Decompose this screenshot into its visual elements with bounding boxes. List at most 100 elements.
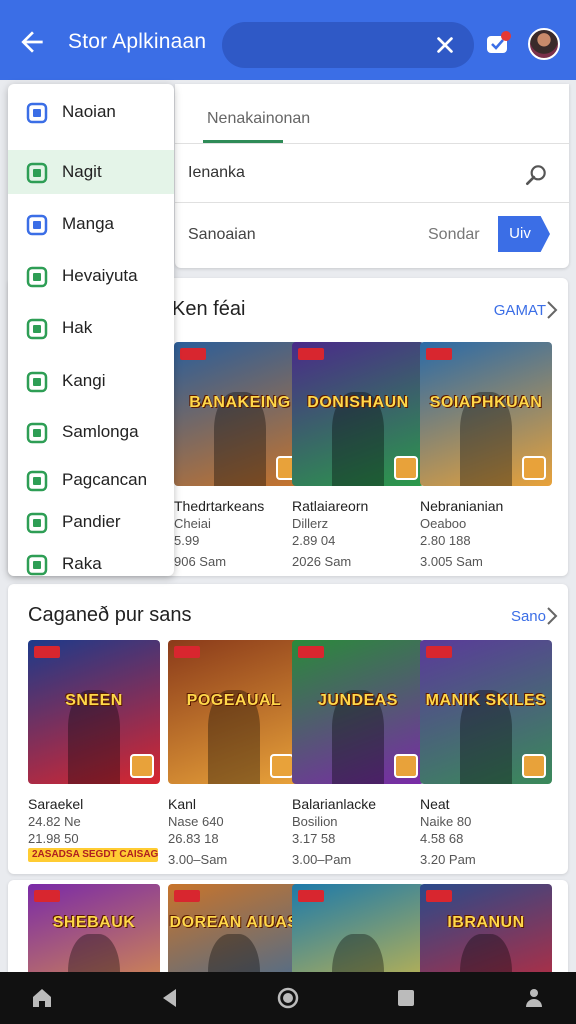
search-circle-icon bbox=[26, 422, 48, 444]
go-button[interactable]: Uiv bbox=[498, 216, 550, 252]
sort-select[interactable]: Sondar bbox=[428, 226, 480, 244]
square-recents-icon[interactable] bbox=[394, 986, 418, 1010]
new-badge bbox=[34, 646, 60, 658]
game-developer: 24.82 Ne bbox=[28, 814, 81, 829]
sale-badge: 2ASADSA SEGDT CAISAGEN bbox=[28, 848, 158, 862]
section-title: Caganeð pur sans bbox=[28, 604, 192, 626]
game-name: Saraekel bbox=[28, 796, 84, 812]
drawer-item-label: Pandier bbox=[62, 512, 121, 531]
trend-icon bbox=[26, 318, 48, 340]
drawer-item[interactable]: Manga bbox=[8, 202, 174, 246]
store-icon bbox=[394, 754, 418, 778]
avatar[interactable] bbox=[528, 28, 560, 60]
drawer-item[interactable]: Pagcancan bbox=[8, 458, 174, 502]
store-icon bbox=[394, 456, 418, 480]
drawer-item[interactable]: Raka bbox=[8, 542, 174, 576]
see-more-link[interactable]: GAMAT bbox=[494, 302, 546, 319]
cover-title-text: POGEAUAL bbox=[186, 692, 282, 709]
game-cover-image[interactable]: SOIAPHKUAN bbox=[420, 342, 552, 486]
drawer-item[interactable]: Kangi bbox=[8, 359, 174, 403]
search-bar[interactable] bbox=[222, 22, 474, 68]
drawer-item-label: Kangi bbox=[62, 371, 106, 390]
game-tile[interactable]: SOIAPHKUAN Nebranianian Oeaboo 2.80 188 3.00… bbox=[420, 342, 552, 569]
game-name: Balarianlacke bbox=[292, 796, 377, 812]
drawer-item-label: Nagit bbox=[62, 162, 102, 181]
sort-label: Sanoaian bbox=[188, 226, 256, 243]
tab-search[interactable]: Nenakainonan bbox=[207, 110, 310, 128]
drawer-item-label: Manga bbox=[62, 214, 114, 233]
new-badge bbox=[174, 646, 200, 658]
divider bbox=[175, 143, 569, 144]
section-title: Ken féai bbox=[172, 298, 246, 320]
game-cover-image[interactable]: DONISHAUN bbox=[292, 342, 424, 486]
divider bbox=[175, 202, 569, 203]
cover-title-text: JUNDEAS bbox=[318, 692, 398, 709]
chevron-right-icon[interactable] bbox=[546, 300, 558, 320]
cover-title-text: DONISHAUN bbox=[307, 394, 409, 411]
game-rating: 3.17 58 bbox=[292, 831, 336, 846]
account-icon[interactable] bbox=[522, 986, 546, 1010]
game-tile[interactable]: DONISHAUN Ratlaiareorn Dillerz 2.89 04 2026 … bbox=[292, 342, 424, 569]
game-cover-image[interactable]: SNEEN bbox=[28, 640, 160, 784]
close-icon[interactable] bbox=[434, 34, 456, 56]
drawer-item-label: Hevaiyuta bbox=[62, 266, 138, 285]
grid-icon bbox=[26, 214, 48, 236]
game-tile[interactable]: BANAKEING Thedrtarkeans Cheiai 5.99 906 Sam bbox=[174, 342, 306, 569]
game-developer: Oeaboo bbox=[420, 516, 467, 531]
check-box-icon bbox=[26, 371, 48, 393]
search-icon[interactable] bbox=[523, 162, 549, 188]
game-tile[interactable]: MANIK SKILES Neat Naike 80 4.58 68 3.20 Pam bbox=[420, 640, 552, 867]
game-cover-image[interactable]: POGEAUAL bbox=[168, 640, 300, 784]
drawer-item[interactable]: Nagit bbox=[8, 150, 174, 194]
drawer-item-label: Samlonga bbox=[62, 422, 139, 441]
layers-icon bbox=[26, 266, 48, 288]
chat-badge-icon[interactable] bbox=[484, 30, 512, 58]
game-name: Nebranianian bbox=[420, 498, 504, 514]
new-badge bbox=[426, 890, 452, 902]
drawer-item[interactable]: Samlonga bbox=[8, 410, 174, 454]
game-developer: Cheiai bbox=[174, 516, 211, 531]
game-cover-image[interactable]: BANAKEING bbox=[174, 342, 306, 486]
arrow-left-icon[interactable] bbox=[16, 26, 48, 58]
game-cover-image[interactable]: MANIK SKILES bbox=[420, 640, 552, 784]
drawer-item-label: Hak bbox=[62, 318, 93, 337]
game-name: Thedrtarkeans bbox=[174, 498, 265, 514]
game-developer: Naike 80 bbox=[420, 814, 472, 829]
section-more-games: SHEBAUK DOREAN AIUAS IBRANUN bbox=[8, 880, 568, 1024]
store-icon bbox=[270, 754, 294, 778]
game-price: 3.20 Pam bbox=[420, 852, 476, 867]
search-panel: Nenakainonan Ienanka Sanoaian Sondar Uiv bbox=[175, 84, 569, 268]
cover-title-text: SOIAPHKUAN bbox=[429, 394, 543, 411]
nav-drawer: Naoian Nagit Manga Hevaiyuta Hak Kangi Samlong… bbox=[8, 84, 174, 576]
game-developer: Nase 640 bbox=[168, 814, 224, 829]
drawer-item-label: Raka bbox=[62, 554, 102, 573]
game-tile[interactable]: POGEAUAL Kanl Nase 640 26.83 18 3.00–Sam bbox=[168, 640, 300, 867]
search-query-field[interactable]: Ienanka bbox=[188, 164, 245, 182]
cover-title-text: BANAKEING bbox=[189, 394, 291, 411]
shield-icon bbox=[26, 512, 48, 534]
game-tile[interactable]: JUNDEAS Balarianlacke Bosilion 3.17 58 3.00–… bbox=[292, 640, 424, 867]
new-badge bbox=[180, 348, 206, 360]
cover-title-text: SNEEN bbox=[65, 692, 123, 709]
list-icon bbox=[26, 470, 48, 492]
store-icon bbox=[26, 162, 48, 184]
drawer-item[interactable]: Pandier bbox=[8, 500, 174, 544]
game-rating: 2.80 188 bbox=[420, 533, 471, 548]
cover-title-text: IBRANUN bbox=[447, 914, 525, 931]
game-cover-image[interactable]: JUNDEAS bbox=[292, 640, 424, 784]
cover-title-text: MANIK SKILES bbox=[425, 692, 547, 709]
chevron-right-icon[interactable] bbox=[546, 606, 558, 626]
drawer-item[interactable]: Hak bbox=[8, 306, 174, 350]
drawer-item-label: Naoian bbox=[62, 102, 116, 121]
drawer-item[interactable]: Naoian bbox=[8, 90, 174, 134]
back-triangle-icon[interactable] bbox=[158, 986, 182, 1010]
home-icon[interactable] bbox=[30, 986, 54, 1010]
circle-home-icon[interactable] bbox=[276, 986, 300, 1010]
cover-title-text: DOREAN AIUAS bbox=[169, 914, 299, 931]
group-icon bbox=[26, 102, 48, 124]
game-rating: 21.98 50 bbox=[28, 831, 79, 846]
game-tile[interactable]: SNEEN Saraekel 24.82 Ne 21.98 50 bbox=[28, 640, 160, 846]
game-name: Neat bbox=[420, 796, 450, 812]
drawer-item[interactable]: Hevaiyuta bbox=[8, 254, 174, 298]
see-more-link[interactable]: Sano bbox=[511, 608, 546, 625]
